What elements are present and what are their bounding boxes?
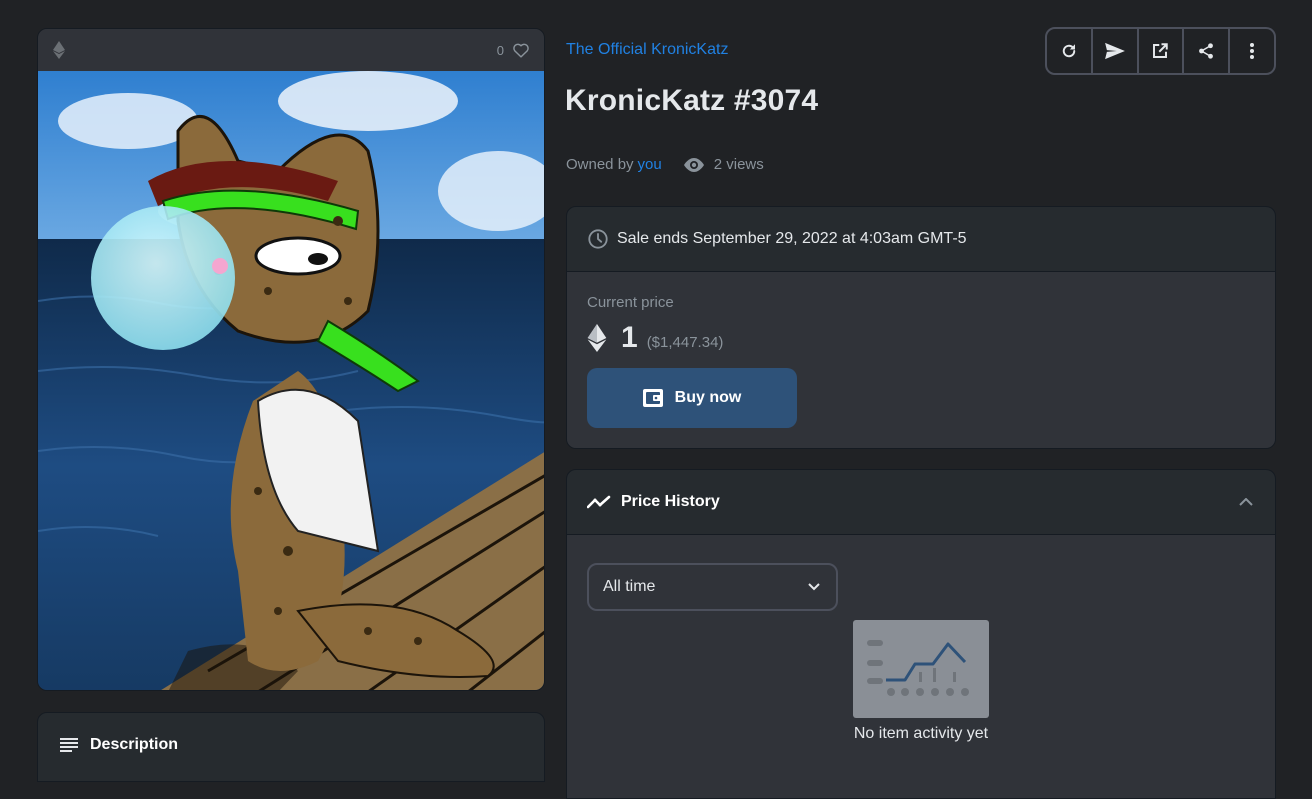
sale-end-row: Sale ends September 29, 2022 at 4:03am G… [567,207,1275,272]
buy-now-label: Buy now [674,389,742,406]
description-title: Description [90,736,179,753]
send-icon [1104,42,1125,60]
transfer-button[interactable] [1093,29,1139,73]
empty-state-text: No item activity yet [853,725,989,742]
favorite-count: 0 [496,42,504,58]
views-count: 2 views [713,156,764,173]
description-header[interactable]: Description [38,713,544,777]
wallet-icon [642,389,663,407]
price-block: Current price 1 ($1,447.34) Buy now [567,272,1275,448]
empty-chart-illustration [853,620,989,718]
price-value: 1 [621,321,638,354]
eye-icon [683,157,704,172]
owner-row: Owned by you 2 views [566,156,764,173]
external-link-icon [1153,43,1169,58]
time-range-select[interactable]: All time [587,563,838,611]
more-options-button[interactable] [1230,29,1274,73]
owned-by-label: Owned by [566,156,634,173]
views-counter: 2 views [682,156,764,173]
item-toolbar [1045,27,1276,75]
item-title: KronicKatz #3074 [565,84,819,117]
price-history-header[interactable]: Price History [567,470,1275,535]
media-header: 0 [38,29,544,71]
sale-end-text: Sale ends September 29, 2022 at 4:03am G… [617,230,967,247]
buy-now-button[interactable]: Buy now [587,368,797,428]
price-row: 1 ($1,447.34) [587,321,1255,355]
list-icon [60,738,78,752]
refresh-icon [1062,44,1076,58]
trend-icon [587,495,611,509]
favorite-button[interactable]: 0 [497,42,530,58]
refresh-button[interactable] [1047,29,1093,73]
chevron-down-icon [808,583,820,591]
clock-icon [588,229,608,249]
more-icon [1250,43,1255,59]
collection-link[interactable]: The Official KronicKatz [566,41,728,59]
open-external-button[interactable] [1139,29,1185,73]
share-icon [1199,43,1214,59]
current-price-label: Current price [587,294,674,311]
time-range-value: All time [603,578,656,595]
price-history-title: Price History [587,493,720,511]
owner-link[interactable]: you [638,156,662,173]
ethereum-icon [53,41,65,59]
chevron-up-icon[interactable] [1239,498,1253,506]
share-button[interactable] [1184,29,1231,73]
sale-panel: Sale ends September 29, 2022 at 4:03am G… [566,206,1276,449]
heart-icon [513,43,529,58]
description-panel[interactable]: Description [37,712,545,782]
price-usd: ($1,447.34) [646,333,724,351]
price-history-label: Price History [621,493,720,510]
media-card: 0 [37,28,545,691]
nft-artwork[interactable] [38,71,545,691]
ethereum-icon [587,324,607,352]
price-history-panel: Price History All time No item activity … [566,469,1276,799]
price-history-body: All time No item activity yet [567,535,1275,798]
